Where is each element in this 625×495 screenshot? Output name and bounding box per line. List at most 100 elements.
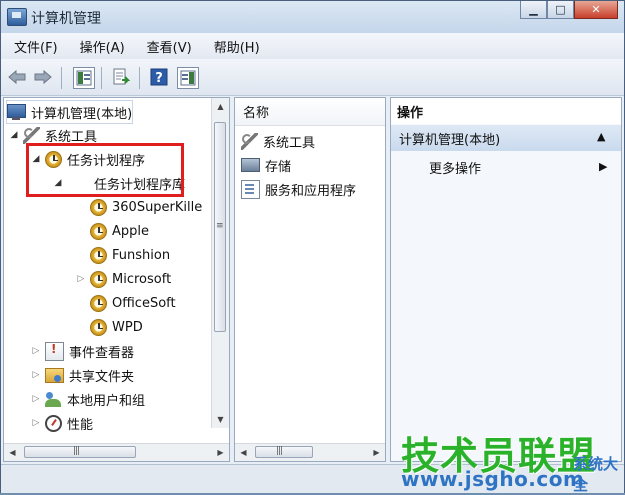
tree-label: 系统工具	[45, 129, 98, 145]
close-button[interactable]: ✕	[574, 1, 618, 19]
back-button[interactable]	[7, 67, 27, 87]
tree-item-local-users[interactable]: ▷ 本地用户和组	[30, 388, 145, 410]
highlight-box	[26, 143, 184, 197]
actions-pane: 操作 计算机管理(本地) ▲ 更多操作 ▶	[390, 97, 622, 462]
minimize-button[interactable]: ▁	[520, 1, 547, 19]
show-hide-action-pane-button[interactable]	[177, 67, 199, 89]
scroll-down-icon[interactable]: ▼	[212, 411, 229, 428]
toolbar-separator	[139, 67, 140, 89]
actions-section-label: 计算机管理(本地)	[399, 132, 501, 148]
tree-label: 本地用户和组	[67, 393, 146, 409]
expand-arrow-icon[interactable]: ▷	[75, 274, 87, 284]
scroll-thumb[interactable]: |||	[255, 446, 313, 458]
tree-item-task[interactable]: Funshion	[90, 244, 170, 266]
help-button[interactable]: ?	[149, 67, 169, 87]
forward-button[interactable]	[33, 67, 53, 87]
tree-label: 性能	[67, 417, 94, 433]
forward-arrow-icon	[34, 69, 52, 85]
show-hide-tree-button[interactable]	[73, 67, 95, 89]
tree-label: 计算机管理(本地)	[31, 106, 133, 122]
computer-management-icon	[7, 8, 27, 26]
performance-icon	[45, 414, 62, 432]
storage-icon	[241, 158, 260, 172]
tree-label: Microsoft	[112, 271, 172, 287]
scroll-right-icon[interactable]: ▶	[368, 444, 385, 461]
clock-icon	[90, 270, 107, 288]
expand-arrow-icon[interactable]: ▷	[30, 394, 42, 404]
column-header-name[interactable]: 名称	[235, 98, 385, 126]
tree-horizontal-scrollbar[interactable]: ◀ ||| ▶	[4, 443, 229, 461]
list-horizontal-scrollbar[interactable]: ◀ ||| ▶	[235, 443, 385, 461]
tree-item-task[interactable]: Apple	[90, 220, 149, 242]
tree-label: Funshion	[112, 247, 171, 263]
list-item-label: 存储	[265, 159, 292, 175]
computer-icon	[7, 103, 26, 120]
maximize-button[interactable]: □	[547, 1, 574, 19]
tree-item-task[interactable]: ▷ Microsoft	[75, 268, 171, 290]
scroll-thumb[interactable]: |||	[24, 446, 136, 458]
list-item-label: 系统工具	[263, 135, 316, 151]
tree-item-computer-management[interactable]: 计算机管理(本地)	[6, 100, 134, 124]
tree-item-task[interactable]: 360SuperKille	[90, 196, 202, 218]
services-icon	[241, 179, 260, 199]
export-list-icon	[113, 68, 130, 85]
more-actions-label: 更多操作	[429, 161, 482, 177]
menu-help[interactable]: 帮助(H)	[201, 37, 269, 56]
scroll-left-icon[interactable]: ◀	[4, 444, 21, 461]
title-bar[interactable]: 计算机管理 ▁ □ ✕	[1, 1, 624, 33]
expand-arrow-icon[interactable]: ▷	[30, 370, 42, 380]
shared-folder-icon	[45, 367, 64, 383]
tree-item-shared-folders[interactable]: ▷ 共享文件夹	[30, 364, 134, 386]
collapse-arrow-icon[interactable]: ◢	[8, 130, 20, 140]
clock-icon	[90, 222, 107, 240]
tree-label: OfficeSoft	[112, 295, 176, 311]
menu-view[interactable]: 查看(V)	[134, 37, 201, 56]
clock-icon	[90, 198, 107, 216]
svg-text:?: ?	[155, 71, 163, 86]
tree-item-event-viewer[interactable]: ▷ 事件查看器	[30, 340, 134, 362]
tools-icon	[241, 132, 258, 150]
tree-vertical-scrollbar[interactable]: ▲ ≡ ▼	[211, 98, 229, 428]
clock-icon	[90, 318, 107, 336]
event-viewer-icon	[45, 341, 64, 361]
list-item-label: 服务和应用程序	[265, 183, 357, 199]
list-item-services[interactable]: 服务和应用程序	[241, 178, 356, 200]
tree-label: 事件查看器	[69, 345, 135, 361]
users-icon	[45, 391, 62, 408]
scroll-thumb[interactable]: ≡	[214, 122, 226, 332]
scroll-right-icon[interactable]: ▶	[212, 444, 229, 461]
computer-management-window: 计算机管理 ▁ □ ✕ 文件(F) 操作(A) 查看(V) 帮助(H) ? 计算…	[0, 0, 625, 494]
menu-file[interactable]: 文件(F)	[1, 37, 67, 56]
more-actions-item[interactable]: 更多操作	[429, 156, 481, 178]
toolbar-separator	[61, 67, 62, 89]
show-tree-icon	[76, 70, 92, 86]
tree-label: Apple	[112, 223, 150, 239]
expand-arrow-icon[interactable]: ▷	[30, 346, 42, 356]
tree-item-performance[interactable]: ▷ 性能	[30, 412, 93, 434]
submenu-arrow-icon[interactable]: ▶	[599, 160, 607, 173]
tree-label: WPD	[112, 319, 143, 335]
expand-arrow-icon[interactable]: ▷	[30, 418, 42, 428]
toolbar: ?	[1, 59, 624, 96]
actions-section-computer-management[interactable]: 计算机管理(本地) ▲	[391, 125, 621, 151]
tree-label: 360SuperKille	[112, 199, 203, 215]
results-list-pane: 名称 系统工具 存储 服务和应用程序 ◀ ||| ▶	[234, 97, 386, 462]
clock-icon	[90, 246, 107, 264]
list-item-storage[interactable]: 存储	[241, 154, 291, 176]
export-list-button[interactable]	[111, 67, 131, 87]
menu-bar: 文件(F) 操作(A) 查看(V) 帮助(H)	[1, 33, 624, 59]
watermark-url: www.jsgho.com	[401, 467, 585, 491]
back-arrow-icon	[8, 69, 26, 85]
window-controls: ▁ □ ✕	[520, 1, 618, 20]
tree-item-task[interactable]: OfficeSoft	[90, 292, 176, 314]
properties-pane-icon	[180, 70, 196, 86]
scroll-left-icon[interactable]: ◀	[235, 444, 252, 461]
toolbar-separator	[101, 67, 102, 89]
tree-label: 共享文件夹	[69, 369, 135, 385]
collapse-up-icon[interactable]: ▲	[597, 130, 605, 143]
tree-item-task[interactable]: WPD	[90, 316, 143, 338]
window-title: 计算机管理	[31, 11, 101, 27]
menu-action[interactable]: 操作(A)	[67, 37, 134, 56]
list-item-system-tools[interactable]: 系统工具	[241, 130, 315, 152]
scroll-up-icon[interactable]: ▲	[212, 98, 229, 115]
